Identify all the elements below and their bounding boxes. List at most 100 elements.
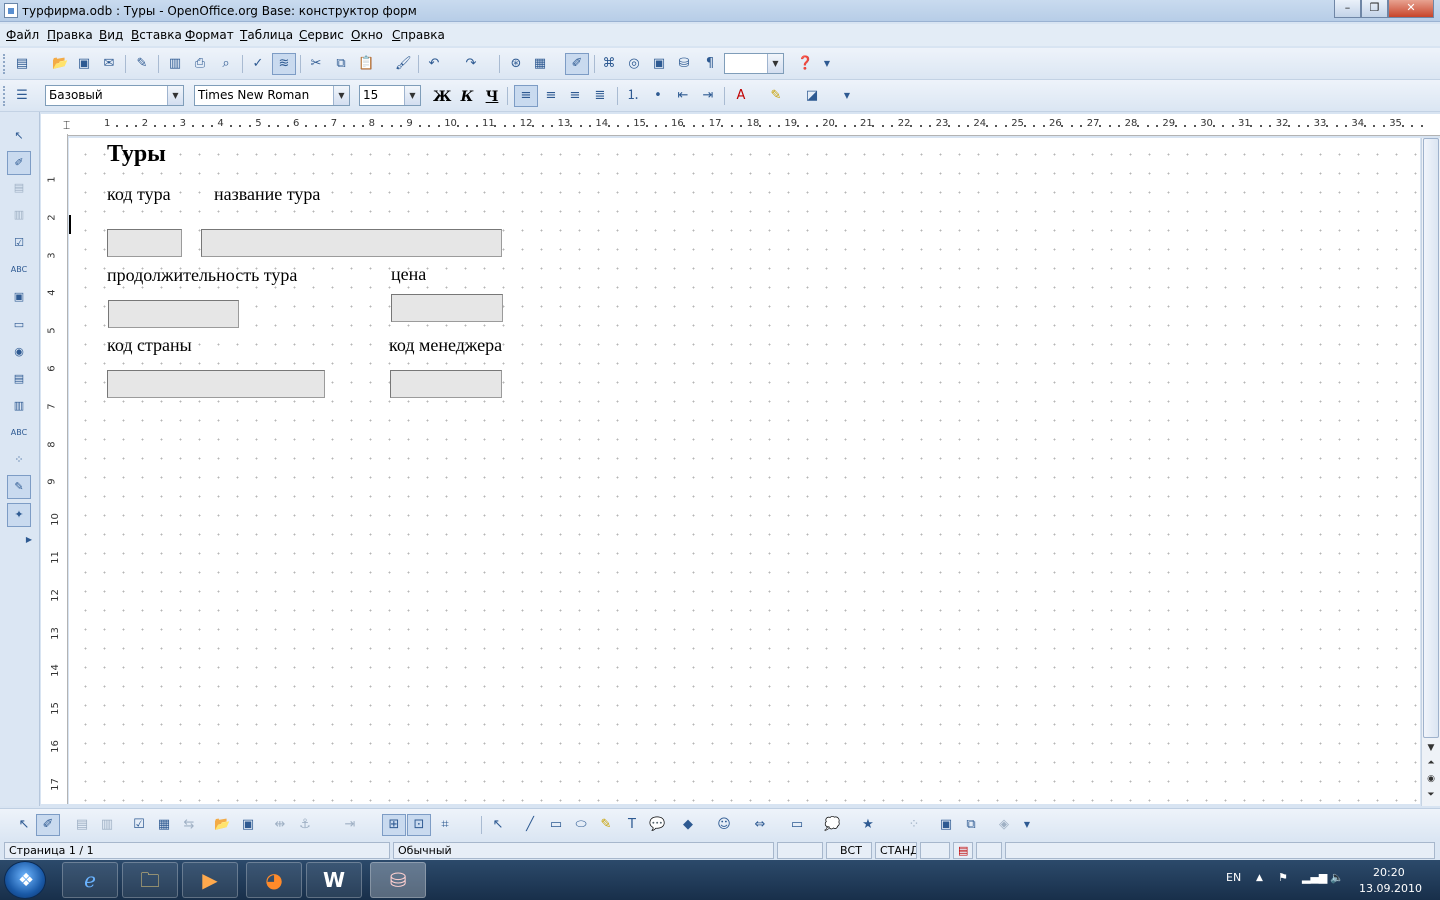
justify-icon[interactable]: ≣ [592, 88, 608, 104]
previous-page-icon[interactable]: ⏶ [1423, 756, 1439, 771]
firefox-icon[interactable]: ◕ [246, 862, 302, 898]
symbol-shapes-icon[interactable]: ☺ [716, 817, 732, 833]
decrease-indent-icon[interactable]: ⇤ [675, 88, 691, 104]
ellipse-icon[interactable]: ⬭ [573, 817, 589, 833]
select-icon[interactable]: ↖ [490, 817, 506, 833]
language-indicator[interactable]: EN [1226, 871, 1241, 884]
network-icon[interactable]: ▂▄▆ [1302, 871, 1327, 884]
label-country-code[interactable]: код страны [107, 335, 192, 356]
paragraph-style-combo[interactable]: Базовый ▼ [45, 85, 184, 106]
close-button[interactable]: ✕ [1388, 0, 1434, 18]
callout-shapes-icon[interactable]: 💭 [824, 817, 840, 833]
clock-date[interactable]: 13.09.2010 [1359, 882, 1422, 895]
callouts-icon[interactable]: 💬 [649, 817, 665, 833]
from-file-icon[interactable]: ⧉ [963, 817, 979, 833]
toolbar-options-icon[interactable]: ▼ [822, 56, 832, 72]
menu-file[interactable]: Файл [6, 28, 39, 42]
table-icon[interactable]: ▦ [532, 56, 548, 72]
field-duration[interactable] [108, 300, 239, 328]
zoom-combo[interactable]: ▼ [724, 53, 784, 74]
field-country-code[interactable] [107, 370, 325, 398]
wizards-icon[interactable]: ✦ [7, 503, 31, 527]
stars-icon[interactable]: ★ [860, 817, 876, 833]
auto-focus-icon[interactable]: ▣ [240, 817, 256, 833]
redo-icon[interactable]: ↷ [463, 56, 479, 72]
media-player-icon[interactable]: ▶ [182, 862, 238, 898]
menu-help[interactable]: Справка [392, 28, 445, 42]
export-pdf-icon[interactable]: ▥ [167, 56, 183, 72]
block-arrows-icon[interactable]: ⇔ [752, 817, 768, 833]
form-design-icon[interactable]: ✎ [7, 475, 31, 499]
print-preview-icon[interactable]: ⌕ [218, 56, 234, 72]
line-icon[interactable]: ╱ [522, 817, 538, 833]
design-mode-icon[interactable]: ✐ [7, 151, 31, 175]
font-size-combo[interactable]: 15 ▼ [359, 85, 421, 106]
checkbox-icon[interactable]: ☑ [9, 233, 29, 253]
hyperlink-icon[interactable]: ⊛ [508, 56, 524, 72]
find-replace-icon[interactable]: ⌘ [601, 56, 617, 72]
flowcharts-icon[interactable]: ▭ [789, 817, 805, 833]
align-center-icon[interactable]: ≡ [543, 88, 559, 104]
snap-to-grid-icon[interactable]: ⊡ [407, 814, 431, 836]
underline-button[interactable]: Ч [483, 88, 501, 106]
align-left-icon[interactable]: ≡ [514, 85, 538, 107]
text-box-icon[interactable]: ABC [9, 260, 29, 280]
design-mode-icon[interactable]: ✐ [36, 814, 60, 836]
gallery-icon[interactable]: ▣ [651, 56, 667, 72]
form-navigator-icon[interactable]: ☑ [131, 817, 147, 833]
scroll-down-arrow-icon[interactable]: ▼ [1423, 741, 1439, 756]
font-name-combo[interactable]: Times New Roman ▼ [194, 85, 350, 106]
save-icon[interactable]: ▣ [76, 56, 92, 72]
status-signature[interactable] [920, 842, 950, 859]
numbering-icon[interactable]: ⒈ [625, 88, 641, 104]
select-pointer-icon[interactable]: ↖ [16, 817, 32, 833]
maximize-button[interactable]: ❐ [1361, 0, 1388, 18]
show-draw-functions-icon[interactable]: ✐ [565, 53, 589, 75]
status-language[interactable] [777, 842, 823, 859]
chevron-down-icon[interactable]: ▼ [333, 86, 349, 105]
styles-formatting-icon[interactable]: ☰ [14, 88, 30, 104]
clock-time[interactable]: 20:20 [1373, 866, 1405, 879]
field-price[interactable] [391, 294, 503, 322]
status-insert-mode[interactable]: ВСТ [826, 842, 872, 859]
navigator-icon[interactable]: ◎ [626, 56, 642, 72]
minimize-button[interactable]: – [1334, 0, 1361, 18]
select-pointer-icon[interactable]: ↖ [9, 126, 29, 146]
edit-file-icon[interactable]: ✎ [134, 56, 150, 72]
show-hidden-icons-icon[interactable]: ▲ [1256, 873, 1263, 883]
status-page-style[interactable]: Обычный [393, 842, 774, 859]
increase-indent-icon[interactable]: ⇥ [700, 88, 716, 104]
text-tool-icon[interactable]: T [624, 817, 640, 833]
scrollbar-thumb[interactable] [1423, 138, 1439, 738]
open-design-mode-icon[interactable]: 📂 [214, 817, 230, 833]
volume-icon[interactable]: 🔈 [1330, 871, 1344, 884]
chevron-down-icon[interactable]: ▼ [167, 86, 183, 105]
menu-table[interactable]: Таблица [240, 28, 293, 42]
fontwork-icon[interactable]: ▣ [938, 817, 954, 833]
action-center-icon[interactable]: ⚑ [1278, 871, 1288, 884]
grid-display-icon[interactable]: ⊞ [382, 814, 406, 836]
bullets-icon[interactable]: • [650, 88, 666, 104]
email-icon[interactable]: ✉ [101, 56, 117, 72]
formatted-field-icon[interactable]: ▣ [9, 287, 29, 307]
vertical-scrollbar[interactable]: ▼ ⏶ ◉ ⏷ [1421, 138, 1440, 806]
status-page[interactable]: Страница 1 / 1 [4, 842, 390, 859]
label-duration[interactable]: продолжительность тура [107, 265, 297, 286]
label-manager-code[interactable]: код менеджера [389, 335, 502, 356]
label-tour-code[interactable]: код тура [107, 184, 171, 205]
italic-button[interactable]: К [458, 88, 476, 106]
toolbar-grip[interactable] [3, 86, 7, 106]
tab-stop-icon[interactable]: ⌶ [63, 118, 70, 133]
new-document-icon[interactable]: ▤ [14, 56, 30, 72]
undo-icon[interactable]: ↶ [426, 56, 442, 72]
menu-format[interactable]: Формат [185, 28, 234, 42]
font-color-icon[interactable]: A [733, 88, 749, 104]
toolbar-grip[interactable] [3, 54, 7, 74]
field-manager-code[interactable] [390, 370, 502, 398]
add-field-icon[interactable]: ▦ [156, 817, 172, 833]
helplines-icon[interactable]: ⌗ [437, 817, 453, 833]
label-tour-name[interactable]: название тура [214, 184, 320, 205]
label-field-icon[interactable]: ABC [9, 423, 29, 443]
next-page-icon[interactable]: ⏷ [1423, 788, 1439, 803]
internet-explorer-icon[interactable]: ℯ [62, 862, 118, 898]
